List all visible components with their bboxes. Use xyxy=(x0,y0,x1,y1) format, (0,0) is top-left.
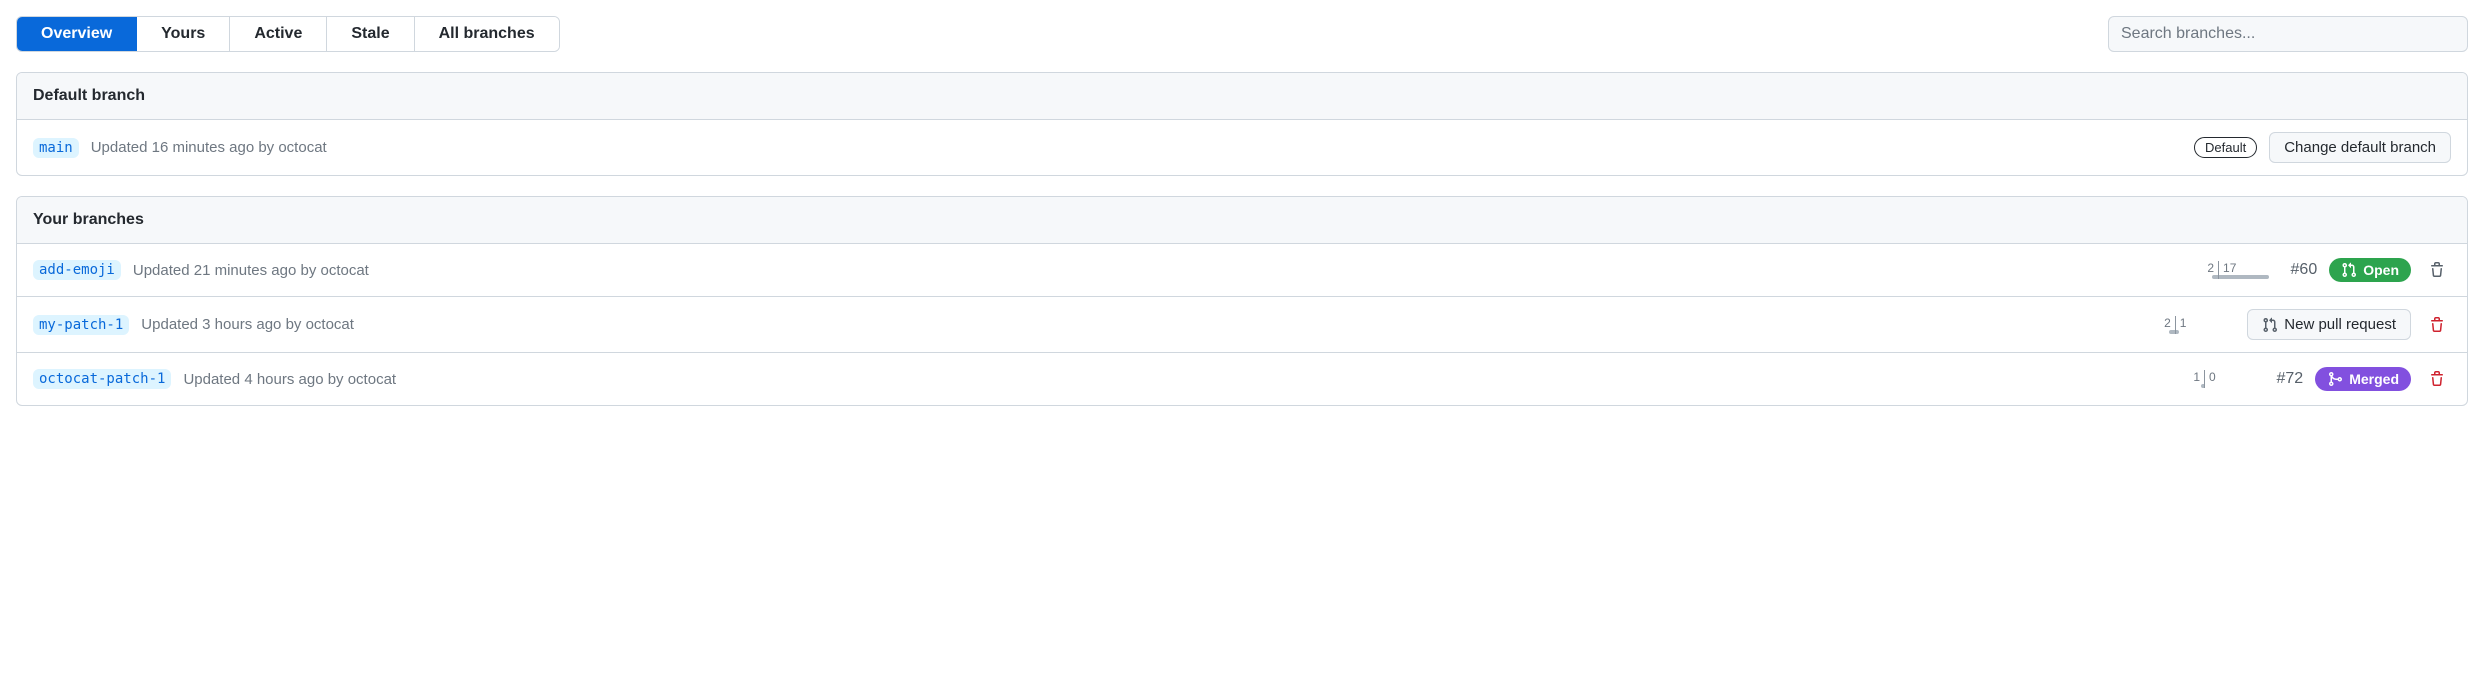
updated-text: Updated 21 minutes ago by octocat xyxy=(133,262,369,279)
new-pr-label: New pull request xyxy=(2284,316,2396,333)
updated-text: Updated 3 hours ago by octocat xyxy=(141,316,354,333)
git-pull-request-icon xyxy=(2341,262,2357,278)
default-branch-header: Default branch xyxy=(17,73,2467,120)
pr-number[interactable]: #60 xyxy=(2291,261,2318,279)
tab-all-branches[interactable]: All branches xyxy=(415,17,559,51)
change-default-branch-button[interactable]: Change default branch xyxy=(2269,132,2451,163)
trash-icon xyxy=(2429,371,2445,387)
new-pull-request-button[interactable]: New pull request xyxy=(2247,309,2411,340)
branch-row: my-patch-1 Updated 3 hours ago by octocat… xyxy=(17,297,2467,353)
branch-row: octocat-patch-1 Updated 4 hours ago by oc… xyxy=(17,353,2467,405)
branch-name-link[interactable]: my-patch-1 xyxy=(33,315,129,335)
your-branches-box: Your branches add-emoji Updated 21 minute… xyxy=(16,196,2468,406)
behind-count: 1 xyxy=(2155,370,2206,384)
updated-text: Updated 16 minutes ago by octocat xyxy=(91,139,327,156)
tab-active[interactable]: Active xyxy=(230,17,327,51)
tab-yours[interactable]: Yours xyxy=(137,17,230,51)
default-branch-row: main Updated 16 minutes ago by octocat D… xyxy=(17,120,2467,175)
git-merge-icon xyxy=(2327,371,2343,387)
pr-number[interactable]: #72 xyxy=(2277,370,2304,388)
branch-name-link[interactable]: octocat-patch-1 xyxy=(33,369,171,389)
your-branches-header: Your branches xyxy=(17,197,2467,244)
pr-state-label: Merged xyxy=(2349,371,2399,387)
tab-overview[interactable]: Overview xyxy=(17,17,137,51)
search-container xyxy=(2108,16,2468,52)
top-bar: Overview Yours Active Stale All branches xyxy=(16,16,2468,52)
ahead-behind-meter: 217 xyxy=(2159,261,2279,279)
branch-row: add-emoji Updated 21 minutes ago by octoc… xyxy=(17,244,2467,297)
ahead-count: 0 xyxy=(2205,370,2255,384)
git-pull-request-icon xyxy=(2262,317,2278,333)
pr-state-merged[interactable]: Merged xyxy=(2315,367,2411,391)
pr-state-open[interactable]: Open xyxy=(2329,258,2411,282)
delete-branch-button[interactable] xyxy=(2423,256,2451,284)
branch-filter-tabs: Overview Yours Active Stale All branches xyxy=(16,16,560,52)
tab-stale[interactable]: Stale xyxy=(327,17,414,51)
branch-name-link[interactable]: add-emoji xyxy=(33,260,121,280)
branch-name-link[interactable]: main xyxy=(33,138,79,158)
default-branch-box: Default branch main Updated 16 minutes a… xyxy=(16,72,2468,176)
ahead-count: 17 xyxy=(2219,261,2269,275)
trash-icon xyxy=(2429,262,2445,278)
delete-branch-button[interactable] xyxy=(2423,311,2451,339)
trash-icon xyxy=(2429,317,2445,333)
ahead-behind-meter: 10 xyxy=(2145,370,2265,388)
behind-count: 2 xyxy=(2169,261,2220,275)
delete-branch-button[interactable] xyxy=(2423,365,2451,393)
default-badge: Default xyxy=(2194,137,2257,158)
ahead-count: 1 xyxy=(2176,316,2226,330)
pr-state-label: Open xyxy=(2363,262,2399,278)
behind-count: 2 xyxy=(2125,316,2176,330)
search-branches-input[interactable] xyxy=(2108,16,2468,52)
ahead-behind-meter: 21 xyxy=(2115,316,2235,334)
updated-text: Updated 4 hours ago by octocat xyxy=(183,371,396,388)
